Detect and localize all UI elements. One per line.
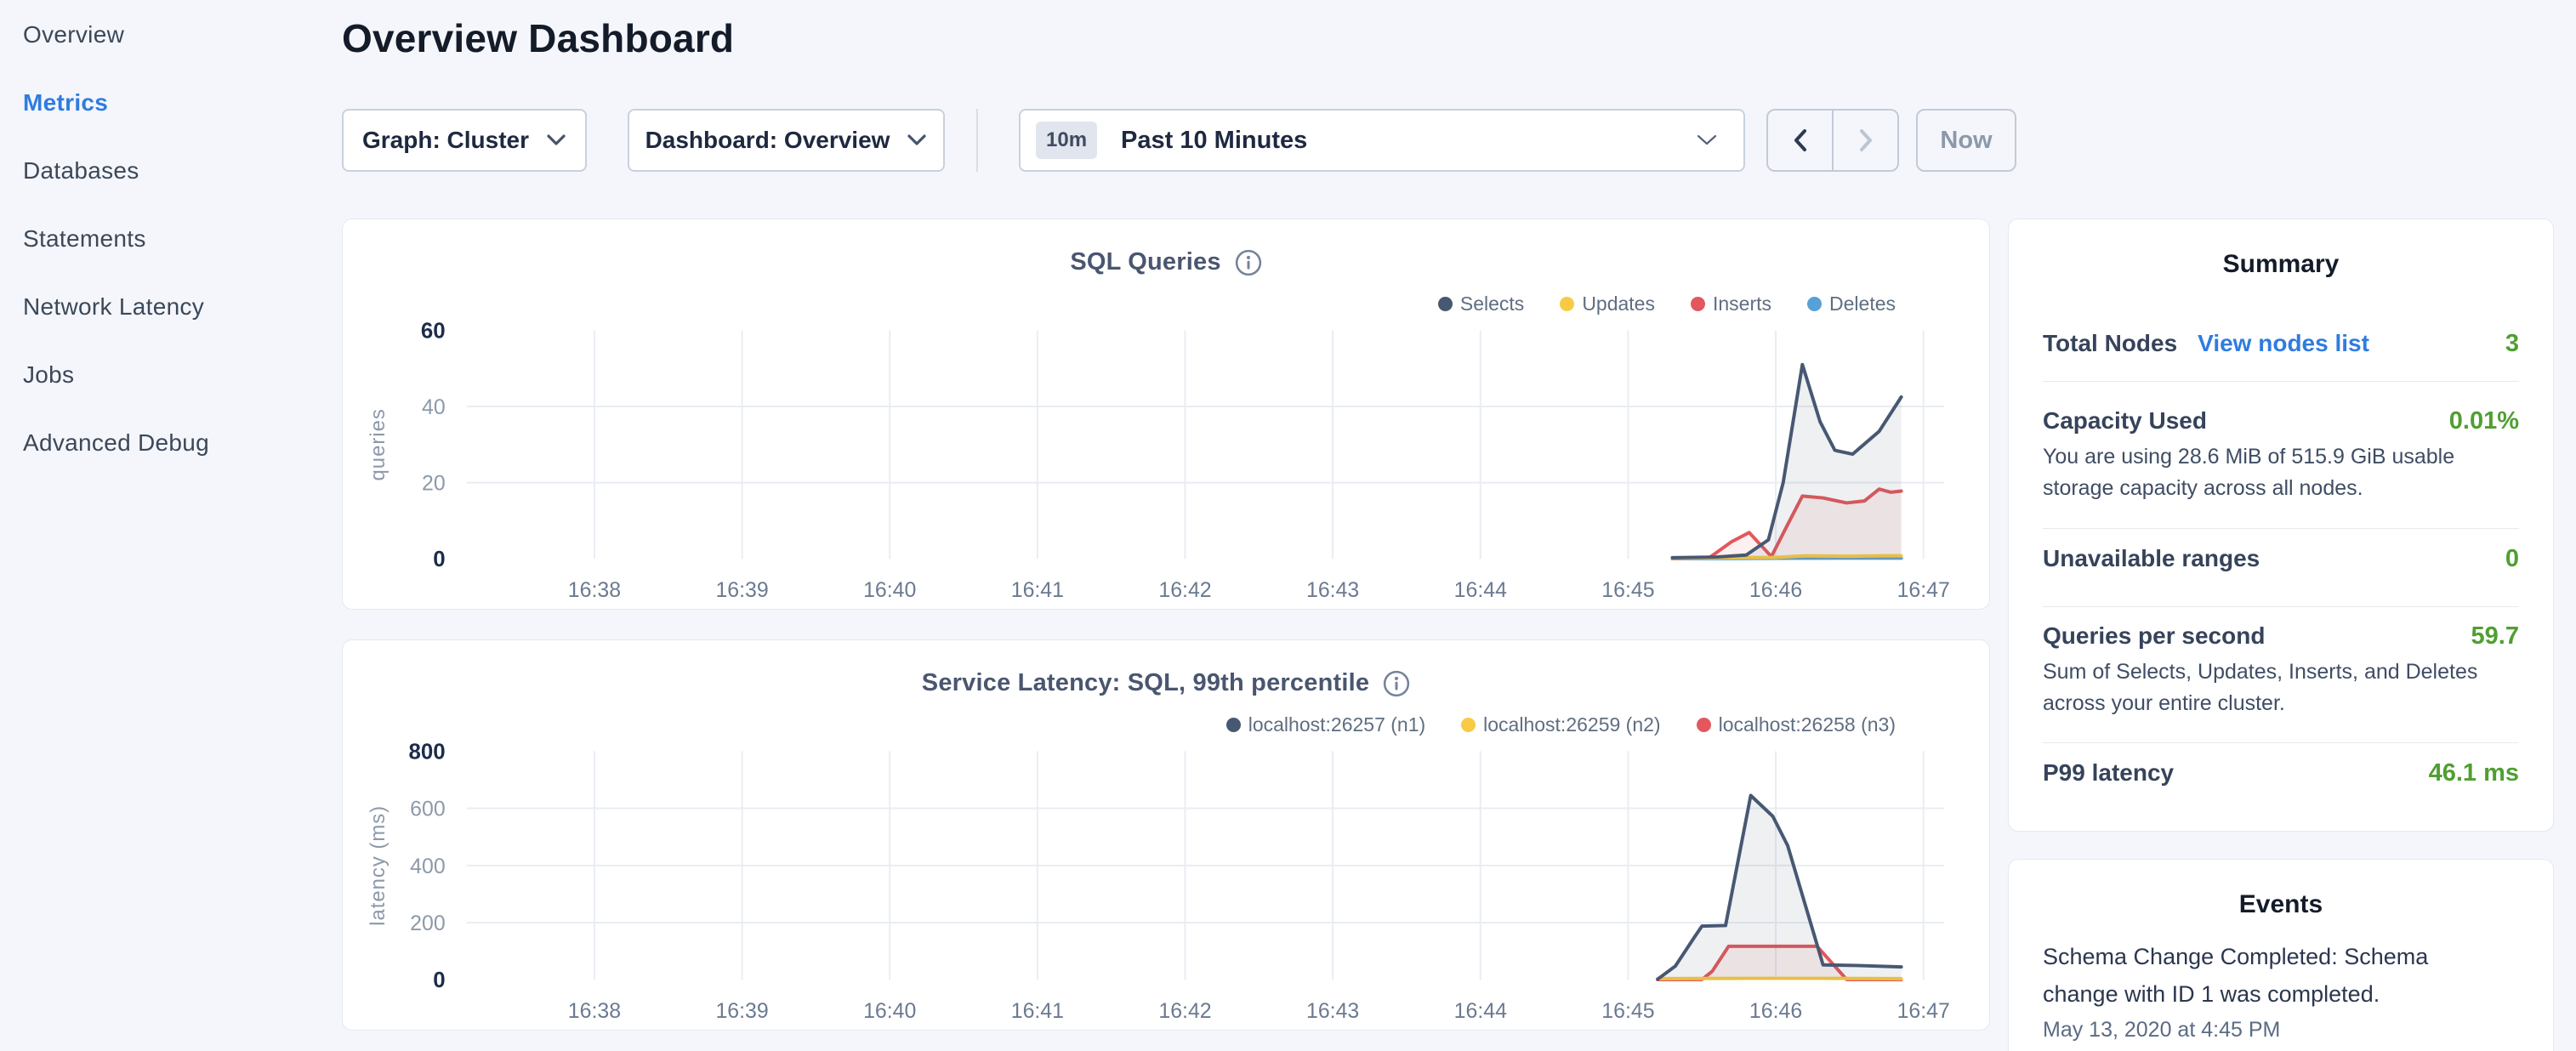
svg-text:latency (ms): latency (ms) (367, 805, 390, 926)
svg-text:20: 20 (422, 472, 446, 496)
summary-row-capacity: Capacity Used 0.01% (2043, 407, 2519, 438)
graph-dropdown-label: Graph: Cluster (362, 127, 529, 154)
time-back-button[interactable] (1768, 111, 1834, 170)
summary-panel: Summary Total Nodes View nodes list 3 Cap… (2008, 219, 2554, 832)
svg-text:16:38: 16:38 (568, 578, 621, 602)
p99-latency-value: 46.1 ms (2429, 759, 2519, 787)
chevron-down-icon (546, 134, 566, 147)
svg-text:16:45: 16:45 (1601, 578, 1654, 602)
sidebar-nav: Overview Metrics Databases Statements Networ… (0, 0, 342, 456)
sidebar-item-databases[interactable]: Databases (0, 158, 342, 184)
summary-row-total-nodes: Total Nodes View nodes list 3 (2043, 330, 2519, 361)
now-button[interactable]: Now (1916, 109, 2016, 172)
chevron-down-icon (1696, 134, 1718, 147)
svg-text:16:40: 16:40 (863, 999, 916, 1023)
event-timestamp: May 13, 2020 at 4:45 PM (2043, 1018, 2280, 1042)
event-message[interactable]: Schema Change Completed: Schema change w… (2043, 938, 2442, 1013)
controls-divider (976, 109, 978, 172)
qps-value: 59.7 (2471, 622, 2519, 650)
total-nodes-label: Total Nodes (2043, 330, 2177, 356)
sidebar-item-overview[interactable]: Overview (0, 22, 342, 48)
page-title: Overview Dashboard (342, 15, 734, 61)
svg-text:16:44: 16:44 (1454, 999, 1507, 1023)
svg-text:16:42: 16:42 (1158, 999, 1211, 1023)
svg-text:400: 400 (410, 855, 446, 878)
svg-text:16:45: 16:45 (1601, 999, 1654, 1023)
summary-divider (2043, 606, 2519, 607)
svg-text:0: 0 (433, 548, 445, 571)
svg-text:16:43: 16:43 (1306, 578, 1359, 602)
svg-text:40: 40 (422, 395, 446, 419)
p99-latency-label: P99 latency (2043, 759, 2174, 786)
capacity-description: You are using 28.6 MiB of 515.9 GiB usab… (2043, 441, 2494, 504)
svg-text:600: 600 (410, 798, 446, 821)
summary-divider (2043, 528, 2519, 529)
svg-text:16:39: 16:39 (715, 999, 768, 1023)
time-range-badge: 10m (1036, 122, 1097, 159)
svg-text:16:41: 16:41 (1011, 578, 1064, 602)
events-panel: Events Schema Change Completed: Schema c… (2008, 859, 2554, 1051)
chevron-left-icon (1791, 128, 1810, 153)
svg-text:16:46: 16:46 (1749, 999, 1802, 1023)
dashboard-dropdown[interactable]: Dashboard: Overview (628, 109, 945, 172)
svg-text:0: 0 (433, 969, 445, 992)
sidebar-item-metrics[interactable]: Metrics (0, 90, 342, 116)
sidebar-item-network-latency[interactable]: Network Latency (0, 294, 342, 320)
app-root: Overview Metrics Databases Statements Networ… (0, 0, 2576, 1051)
svg-text:16:42: 16:42 (1158, 578, 1211, 602)
events-heading: Events (2009, 890, 2553, 919)
summary-row-p99: P99 latency 46.1 ms (2043, 759, 2519, 790)
time-range-label: Past 10 Minutes (1121, 127, 1307, 155)
capacity-label: Capacity Used (2043, 407, 2207, 434)
svg-text:16:41: 16:41 (1011, 999, 1064, 1023)
summary-heading: Summary (2009, 250, 2553, 279)
chevron-down-icon (907, 134, 927, 147)
unavailable-ranges-label: Unavailable ranges (2043, 545, 2260, 571)
sidebar-item-jobs[interactable]: Jobs (0, 362, 342, 388)
svg-text:16:44: 16:44 (1454, 578, 1507, 602)
summary-row-qps: Queries per second 59.7 (2043, 622, 2519, 653)
svg-text:200: 200 (410, 912, 446, 935)
unavailable-ranges-value: 0 (2505, 545, 2519, 573)
svg-text:queries: queries (367, 408, 390, 480)
svg-text:16:46: 16:46 (1749, 578, 1802, 602)
total-nodes-value: 3 (2505, 330, 2519, 358)
chevron-right-icon (1857, 128, 1875, 153)
view-nodes-list-link[interactable]: View nodes list (2198, 330, 2369, 356)
summary-divider (2043, 742, 2519, 743)
graph-dropdown[interactable]: Graph: Cluster (342, 109, 587, 172)
chart-card-service-latency: Service Latency: SQL, 99th percentile lo… (342, 639, 1990, 1031)
svg-text:16:43: 16:43 (1306, 999, 1359, 1023)
svg-text:16:38: 16:38 (568, 999, 621, 1023)
svg-text:16:47: 16:47 (1897, 578, 1950, 602)
sidebar: Overview Metrics Databases Statements Networ… (0, 0, 342, 1051)
sidebar-item-advanced-debug[interactable]: Advanced Debug (0, 430, 342, 456)
svg-text:60: 60 (421, 319, 446, 343)
time-range-dropdown[interactable]: 10m Past 10 Minutes (1019, 109, 1745, 172)
time-step-buttons (1766, 109, 1899, 172)
capacity-value: 0.01% (2449, 407, 2519, 435)
qps-description: Sum of Selects, Updates, Inserts, and De… (2043, 656, 2494, 719)
service-latency-chart[interactable]: 16:38 16:39 16:40 16:41 16:42 16:43 16:44 16:45… (343, 640, 1989, 1030)
svg-text:16:39: 16:39 (715, 578, 768, 602)
time-forward-button[interactable] (1834, 111, 1897, 170)
dashboard-dropdown-label: Dashboard: Overview (645, 127, 890, 154)
chart-card-sql-queries: SQL Queries SelectsUpdatesInsertsDeletes… (342, 219, 1990, 610)
qps-label: Queries per second (2043, 622, 2265, 649)
sql-queries-chart[interactable]: 16:38 16:39 16:40 16:41 16:42 16:43 16:44 16:45… (343, 219, 1989, 609)
svg-text:800: 800 (409, 740, 446, 764)
svg-text:16:47: 16:47 (1897, 999, 1950, 1023)
svg-text:16:40: 16:40 (863, 578, 916, 602)
summary-divider (2043, 381, 2519, 382)
sidebar-item-statements[interactable]: Statements (0, 226, 342, 252)
summary-row-unavailable-ranges: Unavailable ranges 0 (2043, 545, 2519, 576)
